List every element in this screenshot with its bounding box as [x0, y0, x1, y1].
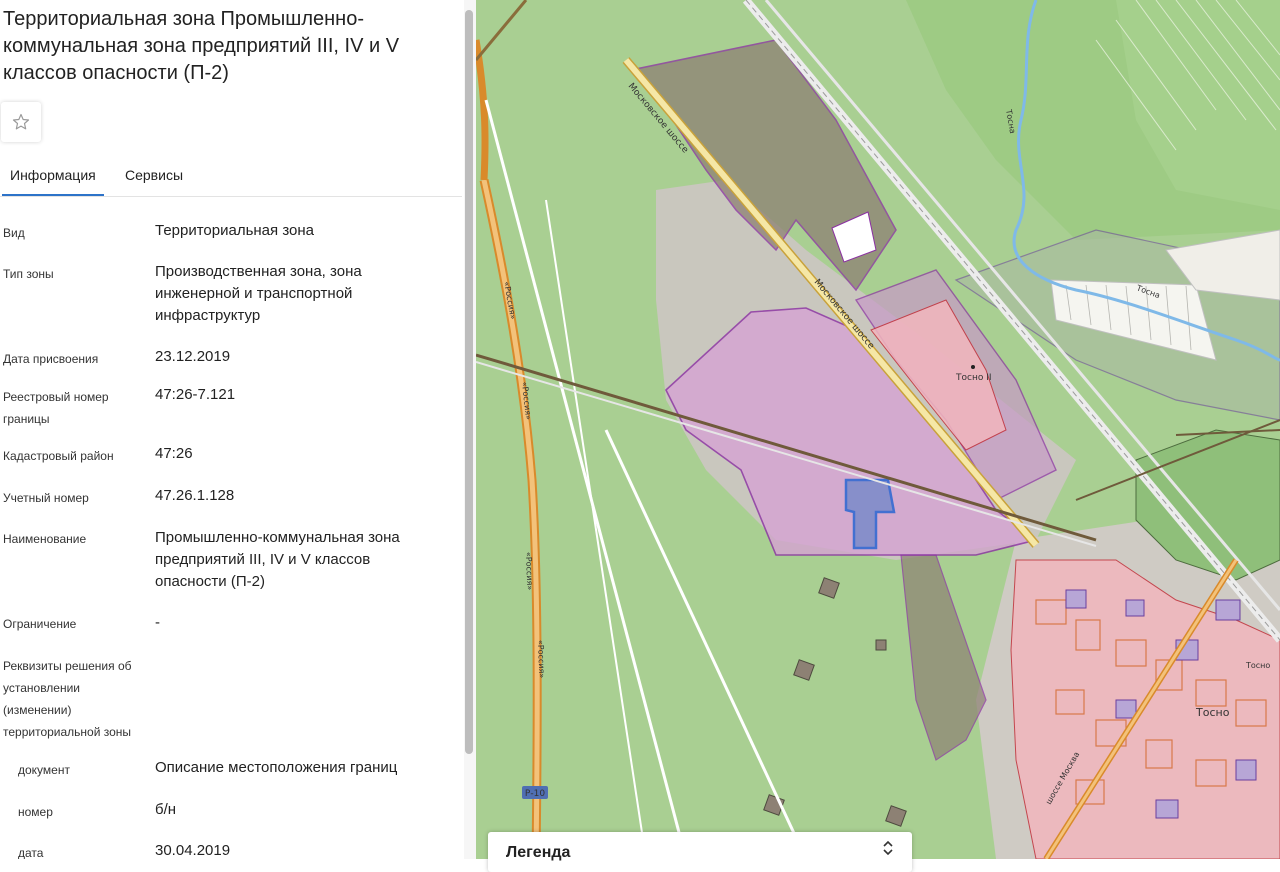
field-value-assign-date: 23.12.2019 [155, 348, 231, 365]
field-label-assign-date: Дата присвоения [3, 352, 99, 366]
legend-title: Легенда [506, 844, 571, 861]
field-value-document: Описание местоположения границ [155, 759, 398, 776]
map-view[interactable]: Р-10 Московское шоссе Московское шоссе «… [476, 0, 1280, 859]
field-label-document: документ [18, 763, 70, 777]
field-label-decision-details: Реквизиты решения об установлении (измен… [3, 659, 132, 739]
field-label-registry-number: Реестровый номер границы [3, 390, 109, 426]
field-label-zone-type: Тип зоны [3, 267, 54, 281]
chevron-updown-icon[interactable] [882, 841, 894, 855]
road-badge-r10: Р-10 [525, 789, 545, 799]
field-value-restriction: - [155, 614, 160, 631]
field-value-cadastral-district: 47:26 [155, 445, 193, 462]
label-tosno-city: Тосно [1195, 706, 1230, 719]
field-value-number: б/н [155, 801, 177, 818]
favorite-button[interactable] [1, 102, 41, 142]
tab-information[interactable]: Информация [2, 156, 104, 196]
scrollbar-thumb[interactable] [465, 10, 473, 754]
field-label-vid: Вид [3, 226, 25, 240]
field-label-cadastral-district: Кадастровый район [3, 449, 114, 463]
field-label-account-number: Учетный номер [3, 491, 89, 505]
tab-services[interactable]: Сервисы [117, 156, 191, 194]
panel-scrollbar[interactable] [464, 0, 476, 859]
field-value-zone-type: Производственная зона, зона инженерной и… [155, 263, 362, 324]
legend-panel[interactable]: Легенда [488, 832, 912, 872]
map-canvas[interactable]: Р-10 Московское шоссе Московское шоссе «… [476, 0, 1280, 859]
zone-title: Территориальная зона Промышленно-коммуна… [3, 8, 400, 84]
field-value-date: 30.04.2019 [155, 842, 231, 859]
field-label-date: дата [18, 846, 44, 859]
star-outline-icon [12, 113, 30, 130]
field-value-name: Промышленно-коммунальная зона предприяти… [155, 529, 400, 590]
label-russia-3: «Россия» [524, 552, 534, 591]
field-value-account-number: 47.26.1.128 [155, 487, 235, 504]
field-label-restriction: Ограничение [3, 617, 77, 631]
field-value-vid: Территориальная зона [155, 222, 314, 239]
label-russia-4: «Россия» [536, 640, 546, 679]
field-value-registry-number: 47:26-7.121 [155, 386, 236, 403]
label-tosno-station: Тосно [1245, 661, 1270, 670]
label-tosno-ii: Тосно II [955, 373, 992, 383]
info-panel: Территориальная зона Промышленно-коммуна… [0, 0, 464, 859]
tab-bar: Информация Сервисы [0, 156, 462, 197]
field-label-name: Наименование [3, 532, 87, 546]
field-label-number: номер [18, 805, 53, 819]
